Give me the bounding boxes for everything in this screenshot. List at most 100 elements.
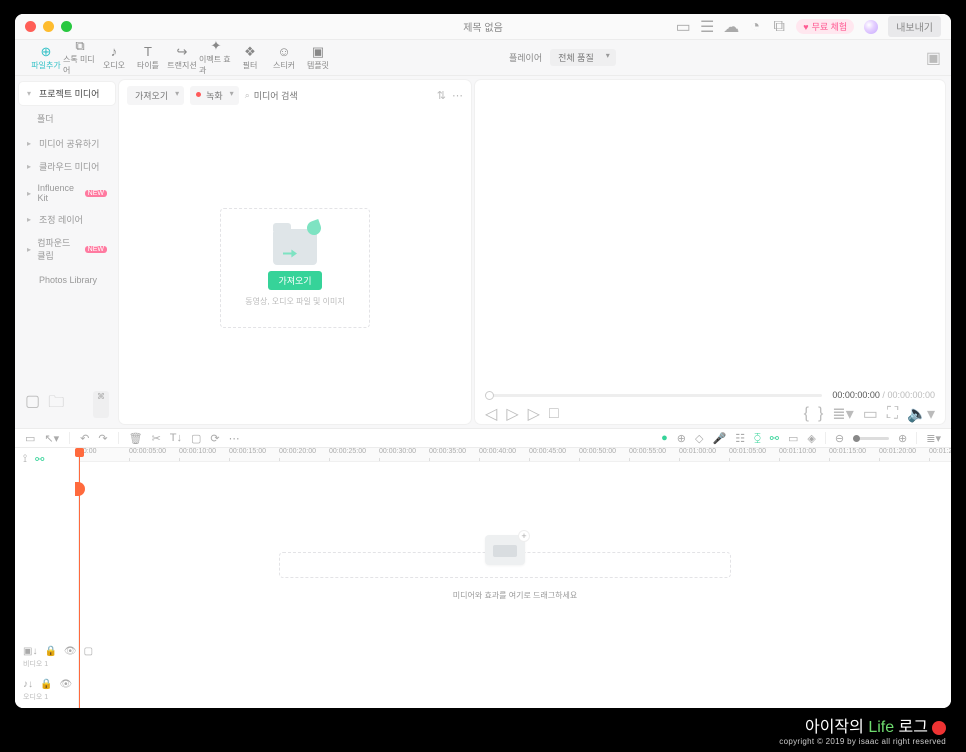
zoom-out-icon[interactable]: ⊖ (835, 432, 844, 445)
zoom-window-button[interactable] (61, 21, 72, 32)
close-window-button[interactable] (25, 21, 36, 32)
media-sidebar: ▾ 프로젝트 미디어 폴더 ▸미디어 공유하기▸클라우드 미디어▸Influen… (15, 76, 119, 428)
link-icon[interactable]: ⚯ (770, 432, 779, 445)
text-button[interactable]: T↓ (170, 432, 182, 445)
delete-button[interactable]: 🗑 (129, 432, 143, 445)
redo-button[interactable]: ↷ (98, 432, 107, 445)
mixer-icon[interactable]: ☷ (735, 432, 745, 445)
ruler-tick: 00:00:55:00 (629, 448, 666, 455)
video-track-icon[interactable]: ▣↓ (23, 646, 37, 657)
bell-icon[interactable]: ◔ (748, 20, 762, 34)
more-icon[interactable]: ⋯ (452, 89, 463, 102)
audio-track-icon[interactable]: ♪↓ (23, 679, 33, 690)
quality-select[interactable]: 전체 품질 (550, 49, 616, 66)
volume-icon[interactable]: 🔈▾ (907, 404, 935, 424)
tool-tab-transition[interactable]: ↪트랜지션 (165, 40, 199, 75)
sidebar-item[interactable]: ▸Influence KitNEW (19, 178, 115, 208)
tool-tab-filter[interactable]: ❖필터 (233, 40, 267, 75)
media-drop-area[interactable]: 가져오기 동영상, 오디오 파일 및 이미지 (119, 111, 471, 424)
tool-tab-label: 필터 (243, 60, 258, 71)
import-select[interactable]: 가져오기 (127, 86, 184, 105)
new-bin-icon[interactable]: 🗀 (48, 391, 64, 418)
split-button[interactable]: ✂ (152, 432, 161, 445)
audio-lock-icon[interactable]: 🔒 (40, 679, 52, 690)
tool-tab-effect[interactable]: ✦이펙트 효과 (199, 40, 233, 75)
tool-tab-template[interactable]: ▣템플릿 (301, 40, 335, 75)
ruler-tick: 00:01:25:0 (929, 448, 951, 455)
scrub-handle[interactable] (485, 391, 494, 400)
record-select[interactable]: 녹화 (190, 86, 239, 105)
ruler-tick: 00:01:10:00 (779, 448, 816, 455)
audio-icon: ♪ (111, 45, 118, 59)
keyframe-button[interactable]: ⋯ (229, 432, 240, 445)
mark-in-icon[interactable]: { (804, 405, 809, 423)
mic-icon[interactable]: 🎤 (712, 432, 726, 445)
sidebar-item[interactable]: ▸클라우드 미디어 (19, 155, 115, 178)
media-search[interactable]: ⌕ (245, 90, 431, 101)
prev-frame-button[interactable]: ◁ (485, 404, 497, 424)
timeline-ruler[interactable]: 00:0000:00:05:0000:00:10:0000:00:15:0000… (79, 448, 951, 462)
media-search-input[interactable] (254, 91, 431, 101)
undo-button[interactable]: ↶ (80, 432, 89, 445)
timeline-drop-lane[interactable] (279, 552, 731, 578)
next-frame-button[interactable]: ▷ (528, 404, 540, 424)
layout-icon[interactable]: ≣▾ (832, 404, 853, 424)
fullscreen-icon[interactable]: ⛶ (887, 405, 898, 423)
sidebar-project-media[interactable]: ▾ 프로젝트 미디어 (19, 82, 115, 105)
preview-canvas[interactable] (475, 80, 945, 386)
feed-icon[interactable]: ☰ (700, 20, 714, 34)
sidebar-item[interactable]: ▸조정 레이어 (19, 208, 115, 231)
marker-icon[interactable]: ◈ (807, 432, 815, 445)
cursor-tool-icon[interactable]: ↖▾ (44, 432, 59, 445)
crop-button[interactable]: ▢ (191, 432, 201, 445)
tool-tab-title[interactable]: T타이틀 (131, 40, 165, 75)
video-visible-icon[interactable]: 👁 (64, 646, 77, 657)
lock-tracks-icon[interactable]: ⟟ (23, 453, 27, 466)
sidebar-photos-library[interactable]: Photos Library (19, 270, 115, 290)
chevron-right-icon: ▸ (27, 162, 35, 171)
add-track-icon[interactable]: ⊕ (677, 432, 686, 445)
sidebar-folder[interactable]: 폴더 (19, 108, 115, 129)
timeline-view-icon[interactable]: ≣▾ (926, 432, 941, 445)
sidebar-item[interactable]: ▸컴파운드 클립NEW (19, 231, 115, 267)
snapshot-icon[interactable]: ▣ (926, 48, 941, 68)
playhead[interactable] (79, 448, 80, 708)
timeline-canvas[interactable]: 미디어와 효과를 여기로 드래그하세요 (79, 462, 951, 708)
display-icon[interactable]: ▭ (676, 20, 690, 34)
media-panel: 가져오기 녹화 ⌕ ⇅ ⋯ 가져오기 동영상, 오디오 파일 및 이미지 (119, 80, 471, 424)
stop-button[interactable]: □ (549, 405, 559, 423)
minimize-window-button[interactable] (43, 21, 54, 32)
audio-mute-icon[interactable]: 👁 (59, 679, 72, 690)
timeline-drop-help: 미디어와 효과를 여기로 드래그하세요 (79, 590, 951, 601)
video-lock-icon[interactable]: 🔒 (44, 646, 56, 657)
cloud-icon[interactable]: ☁ (724, 20, 738, 34)
speed-button[interactable]: ⟳ (210, 432, 219, 445)
avatar[interactable] (864, 20, 878, 34)
link-tracks-icon[interactable]: ⚯ (35, 453, 44, 466)
sidebar-item[interactable]: ▸미디어 공유하기 (19, 132, 115, 155)
ruler-tick: 00:00:35:00 (429, 448, 466, 455)
shield-icon[interactable]: ◇ (695, 432, 703, 445)
play-button[interactable]: ▷ (506, 404, 518, 424)
tool-tab-stock[interactable]: ⧉스톡 미디어 (63, 40, 97, 75)
marker-add-icon[interactable]: ▭ (788, 432, 798, 445)
magnet-icon[interactable]: ⧲ (754, 432, 761, 445)
tool-tab-audio[interactable]: ♪오디오 (97, 40, 131, 75)
import-button[interactable]: 가져오기 (268, 271, 321, 290)
new-badge: NEW (85, 246, 107, 253)
tool-tab-sticker[interactable]: ☺스티커 (267, 40, 301, 75)
select-tool-icon[interactable]: ▭ (25, 432, 35, 445)
display-toggle-icon[interactable]: ▭ (863, 404, 878, 424)
free-trial-badge[interactable]: ♥ 무료 체험 (796, 19, 854, 34)
zoom-slider[interactable] (853, 437, 889, 440)
cart-icon[interactable]: ⧉ (772, 20, 786, 34)
new-folder-icon[interactable]: ▢ (25, 391, 40, 418)
tool-tab-import[interactable]: ⊕파일추가 (29, 40, 63, 75)
zoom-in-icon[interactable]: ⊕ (898, 432, 907, 445)
export-button[interactable]: 내보내기 (888, 16, 941, 37)
preview-scrubber[interactable]: 00:00:00:00 / 00:00:00:00 (475, 386, 945, 404)
chevron-down-icon: ▾ (27, 89, 35, 98)
filter-icon[interactable]: ⇅ (437, 89, 446, 102)
indicator-green-icon[interactable]: ● (661, 432, 668, 444)
mark-out-icon[interactable]: } (818, 405, 823, 423)
